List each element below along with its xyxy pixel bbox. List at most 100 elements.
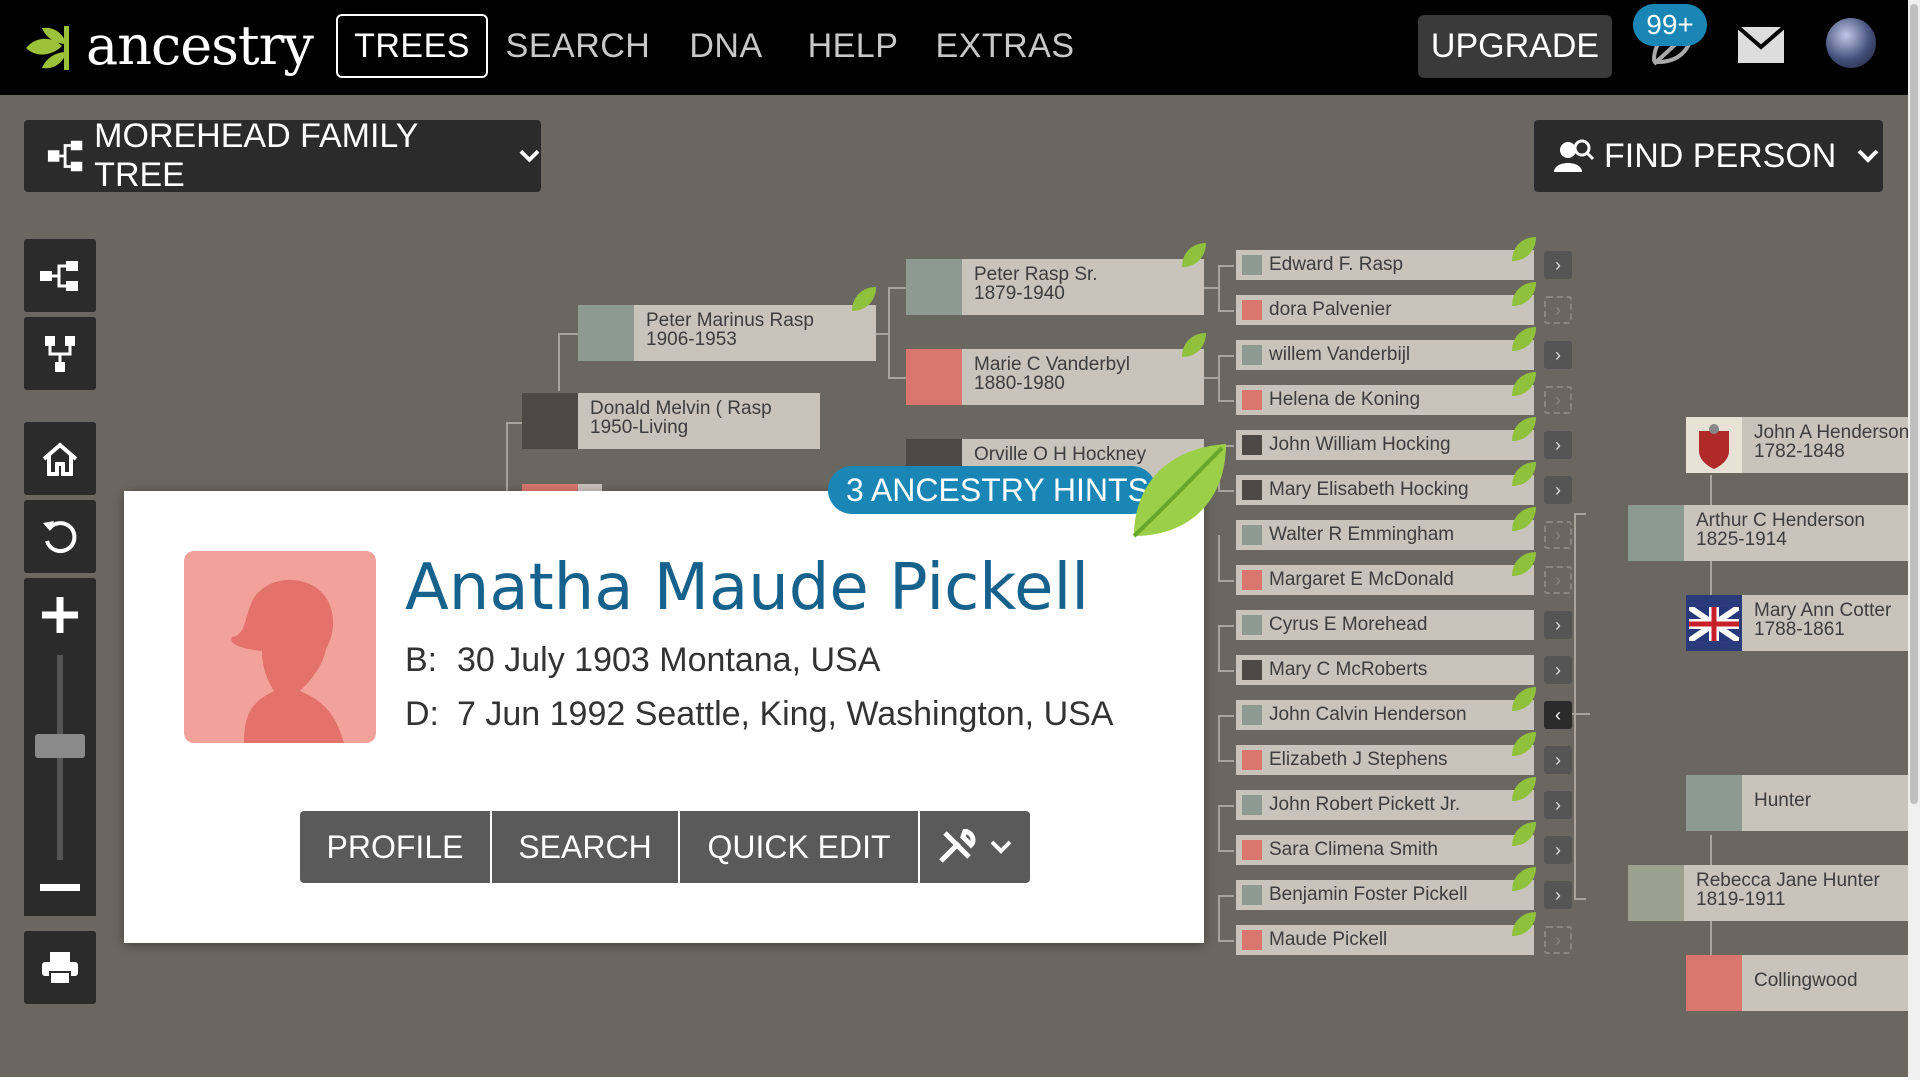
hint-leaf-icon[interactable]	[1510, 325, 1538, 353]
person-node-marie[interactable]: Marie C Vanderbyl 1880-1980	[906, 349, 1204, 405]
home-button[interactable]	[24, 422, 96, 495]
person-name-heading[interactable]: Anatha Maude Pickell	[405, 551, 1089, 625]
person-name: Orville O H Hockney	[974, 444, 1147, 465]
person-node-maude[interactable]: Maude Pickell	[1236, 925, 1534, 955]
person-node-john-calvin[interactable]: John Calvin Henderson	[1236, 700, 1534, 730]
person-node-hunter[interactable]: Hunter	[1686, 775, 1908, 831]
person-node-john-a[interactable]: John A Henderson 1782-1848	[1686, 417, 1908, 473]
person-node-sara[interactable]: Sara Climena Smith	[1236, 835, 1534, 865]
person-node-john-robert[interactable]: John Robert Pickett Jr.	[1236, 790, 1534, 820]
expand-arrow[interactable]: ›	[1544, 476, 1572, 504]
person-node-willem[interactable]: willem Vanderbijl	[1236, 340, 1534, 370]
tools-icon	[939, 829, 976, 863]
hint-leaf-icon[interactable]	[1510, 730, 1538, 758]
family-view-icon	[45, 335, 75, 372]
hint-leaf-icon[interactable]	[1180, 331, 1208, 359]
nav-extras[interactable]: EXTRAS	[935, 14, 1074, 78]
add-parent-arrow[interactable]: ›	[1544, 296, 1572, 324]
hint-leaf-icon[interactable]	[1510, 865, 1538, 893]
add-parent-arrow[interactable]: ›	[1544, 386, 1572, 414]
zoom-out-button[interactable]	[24, 860, 96, 916]
hint-leaf-icon[interactable]	[1510, 775, 1538, 803]
pedigree-view-button[interactable]	[24, 239, 96, 312]
hint-leaf-icon[interactable]	[1126, 436, 1234, 544]
hint-leaf-icon[interactable]	[1180, 241, 1208, 269]
person-node-elizabeth[interactable]: Elizabeth J Stephens	[1236, 745, 1534, 775]
search-button[interactable]: SEARCH	[492, 811, 678, 883]
zoom-slider-handle[interactable]	[35, 734, 85, 758]
nav-search[interactable]: SEARCH	[506, 14, 650, 78]
tree-selector-button[interactable]: MOREHEAD FAMILY TREE	[24, 117, 541, 194]
person-node-collingwood[interactable]: Collingwood	[1686, 955, 1908, 1011]
person-node-edward[interactable]: Edward F. Rasp	[1236, 250, 1534, 280]
expand-arrow[interactable]: ›	[1544, 611, 1572, 639]
hint-leaf-icon[interactable]	[1510, 235, 1538, 263]
family-view-button[interactable]	[24, 317, 96, 390]
reset-view-button[interactable]	[24, 500, 96, 573]
person-node-mary-ann[interactable]: Mary Ann Cotter 1788-1861	[1686, 595, 1908, 651]
add-parent-arrow[interactable]: ›	[1544, 926, 1572, 954]
leaf-logo-icon	[26, 26, 69, 70]
person-node-john-william[interactable]: John William Hocking	[1236, 430, 1534, 460]
print-button[interactable]	[24, 931, 96, 1004]
person-node-donald[interactable]: Donald Melvin ( Rasp 1950-Living	[522, 393, 820, 449]
expand-arrow[interactable]: ›	[1544, 791, 1572, 819]
scrollbar-thumb[interactable]	[1910, 4, 1918, 804]
hint-leaf-icon[interactable]	[1510, 370, 1538, 398]
uk-flag-image	[1686, 595, 1742, 651]
expand-arrow[interactable]: ›	[1544, 341, 1572, 369]
zoom-in-button[interactable]	[24, 578, 96, 651]
nav-trees[interactable]: TREES	[336, 14, 488, 78]
add-parent-arrow[interactable]: ›	[1544, 521, 1572, 549]
person-node-mary-elisabeth[interactable]: Mary Elisabeth Hocking	[1236, 475, 1534, 505]
female-silhouette-icon	[1242, 930, 1262, 950]
female-silhouette-icon	[1242, 300, 1262, 320]
tools-dropdown-button[interactable]	[920, 811, 1030, 883]
expand-arrow[interactable]: ›	[1544, 431, 1572, 459]
ancestry-logo[interactable]: ancestry	[22, 18, 314, 74]
hint-leaf-icon[interactable]	[1510, 505, 1538, 533]
user-avatar[interactable]	[1826, 18, 1876, 68]
person-node-margaret[interactable]: Margaret E McDonald	[1236, 565, 1534, 595]
person-node-benjamin[interactable]: Benjamin Foster Pickell	[1236, 880, 1534, 910]
person-name: Mary Ann Cotter	[1754, 600, 1892, 621]
person-photo	[1628, 865, 1684, 921]
person-name: Donald Melvin ( Rasp	[590, 398, 772, 419]
collapse-arrow[interactable]: ‹	[1544, 701, 1572, 729]
nav-dna[interactable]: DNA	[686, 14, 766, 78]
hint-leaf-icon[interactable]	[1510, 550, 1538, 578]
person-node-peter-marinus[interactable]: Peter Marinus Rasp 1906-1953	[578, 305, 876, 361]
person-node-dora[interactable]: dora Palvenier	[1236, 295, 1534, 325]
person-node-arthur[interactable]: Arthur C Henderson 1825-1914	[1628, 505, 1908, 561]
hint-leaf-icon[interactable]	[1510, 415, 1538, 443]
person-years: 1788-1861	[1754, 619, 1845, 640]
hint-leaf-icon[interactable]	[1510, 820, 1538, 848]
hint-leaf-icon[interactable]	[1510, 685, 1538, 713]
person-node-mary-c[interactable]: Mary C McRoberts	[1236, 655, 1534, 685]
hint-leaf-icon[interactable]	[1510, 280, 1538, 308]
mail-icon[interactable]	[1736, 25, 1786, 65]
expand-arrow[interactable]: ›	[1544, 881, 1572, 909]
hint-leaf-icon[interactable]	[850, 285, 878, 313]
person-node-peter-sr[interactable]: Peter Rasp Sr. 1879-1940	[906, 259, 1204, 315]
death-info: D: 7 Jun 1992 Seattle, King, Washington, …	[405, 695, 1113, 734]
quick-edit-button[interactable]: QUICK EDIT	[680, 811, 918, 883]
person-node-helena[interactable]: Helena de Koning	[1236, 385, 1534, 415]
hint-leaf-icon[interactable]	[1510, 460, 1538, 488]
profile-button[interactable]: PROFILE	[300, 811, 490, 883]
add-parent-arrow[interactable]: ›	[1544, 566, 1572, 594]
person-node-cyrus[interactable]: Cyrus E Morehead	[1236, 610, 1534, 640]
find-person-button[interactable]: FIND PERSON	[1534, 120, 1883, 192]
hint-leaf-icon[interactable]	[1510, 910, 1538, 938]
ancestry-hints-badge[interactable]: 3 ANCESTRY HINTS	[828, 466, 1156, 514]
expand-arrow[interactable]: ›	[1544, 251, 1572, 279]
expand-arrow[interactable]: ›	[1544, 656, 1572, 684]
chevron-down-icon	[519, 149, 540, 163]
nav-help[interactable]: HELP	[802, 14, 904, 78]
upgrade-button[interactable]: UPGRADE	[1418, 15, 1612, 78]
expand-arrow[interactable]: ›	[1544, 836, 1572, 864]
person-node-walter[interactable]: Walter R Emmingham	[1236, 520, 1534, 550]
person-node-rebecca[interactable]: Rebecca Jane Hunter 1819-1911	[1628, 865, 1908, 921]
expand-arrow[interactable]: ›	[1544, 746, 1572, 774]
person-years: 1950-Living	[590, 417, 689, 438]
